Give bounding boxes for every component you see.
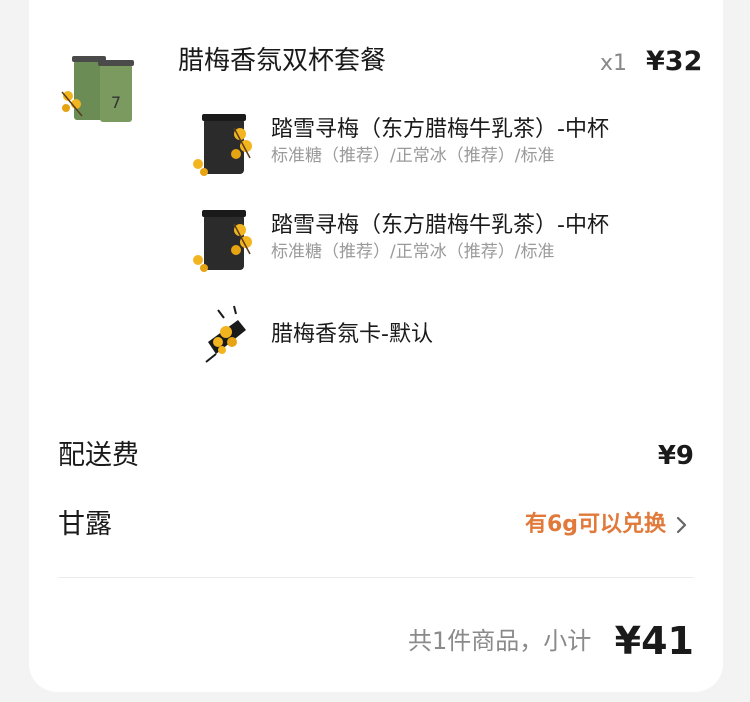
combo-item: 腊梅香氛卡-默认 bbox=[190, 302, 670, 372]
points-label: 甘露 bbox=[58, 509, 112, 540]
delivery-fee-label: 配送费 bbox=[58, 440, 139, 471]
points-row[interactable]: 甘露 有6g可以兑换 bbox=[58, 505, 694, 545]
combo-product-image: 7 bbox=[58, 52, 142, 124]
combo-item-name: 腊梅香氛卡-默认 bbox=[271, 322, 433, 347]
milk-tea-cup-image bbox=[190, 112, 260, 182]
combo-item: 踏雪寻梅（东方腊梅牛乳茶）-中杯 标准糖（推荐）/正常冰（推荐）/标准 bbox=[190, 208, 670, 278]
combo-item-spec: 标准糖（推荐）/正常冰（推荐）/标准 bbox=[271, 146, 555, 166]
divider bbox=[58, 577, 694, 578]
combo-name: 腊梅香氛双杯套餐 bbox=[178, 46, 387, 76]
fragrance-card-image bbox=[190, 302, 260, 372]
subtotal-amount: ¥41 bbox=[614, 619, 694, 663]
combo-item: 踏雪寻梅（东方腊梅牛乳茶）-中杯 标准糖（推荐）/正常冰（推荐）/标准 bbox=[190, 112, 670, 182]
combo-quantity: x1 bbox=[600, 51, 628, 76]
milk-tea-cup-image bbox=[190, 208, 260, 278]
combo-item-spec: 标准糖（推荐）/正常冰（推荐）/标准 bbox=[271, 242, 555, 262]
order-summary: 共1件商品，小计 ¥41 bbox=[408, 618, 694, 664]
svg-text:7: 7 bbox=[111, 93, 121, 112]
combo-price: ¥32 bbox=[646, 46, 703, 77]
combo-item-name: 踏雪寻梅（东方腊梅牛乳茶）-中杯 bbox=[271, 213, 609, 238]
combo-item-name: 踏雪寻梅（东方腊梅牛乳茶）-中杯 bbox=[271, 117, 609, 142]
chevron-right-icon bbox=[672, 515, 692, 535]
delivery-fee-value: ¥9 bbox=[657, 441, 694, 471]
delivery-fee-row: 配送费 ¥9 bbox=[58, 436, 694, 476]
points-redeem-link[interactable]: 有6g可以兑换 bbox=[525, 505, 666, 545]
item-count-subtotal-label: 共1件商品，小计 bbox=[408, 627, 592, 655]
